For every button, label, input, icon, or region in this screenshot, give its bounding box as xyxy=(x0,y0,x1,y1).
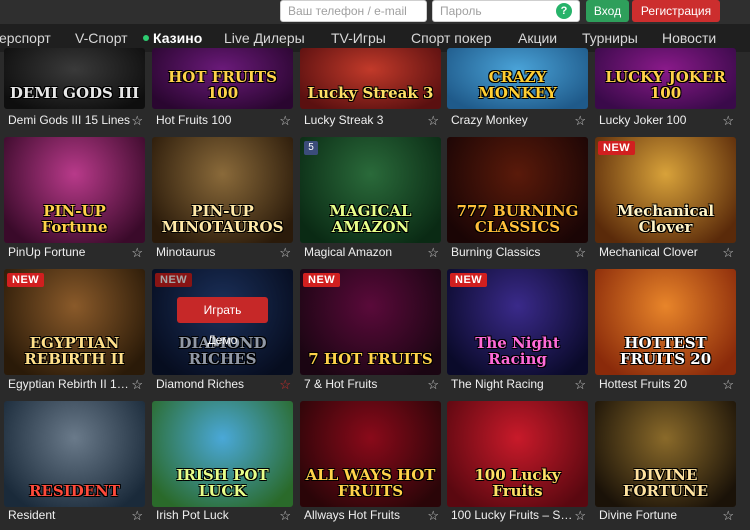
game-card[interactable]: IRISH POT LUCK Irish Pot Luck ☆ xyxy=(152,52,293,524)
nav-item-promotions[interactable]: Акции xyxy=(518,30,557,46)
game-card[interactable]: RESIDENT Resident ☆ xyxy=(4,52,145,524)
favorite-star-icon[interactable]: ☆ xyxy=(279,509,291,522)
favorite-star-icon[interactable]: ☆ xyxy=(574,509,586,522)
game-thumbnail[interactable]: IRISH POT LUCK xyxy=(152,401,293,507)
nav-item-news[interactable]: Новости xyxy=(662,30,716,46)
game-card[interactable]: ALL WAYS HOT FRUITS Allways Hot Fruits ☆ xyxy=(300,52,441,524)
nav-item-esports[interactable]: ерспорт xyxy=(0,30,51,46)
login-button[interactable]: Вход xyxy=(586,0,629,22)
game-thumbnail[interactable]: RESIDENT xyxy=(4,401,145,507)
phone-email-input[interactable] xyxy=(280,0,427,22)
game-art-title: ALL WAYS HOT FRUITS xyxy=(305,466,436,500)
nav-item-casino[interactable]: Казино xyxy=(143,30,202,46)
game-card[interactable]: 100 Lucky Fruits 100 Lucky Fruits – Spin … xyxy=(447,52,588,524)
game-caption[interactable]: 100 Lucky Fruits – Spin o' Wheel xyxy=(451,508,575,522)
game-thumbnail[interactable]: ALL WAYS HOT FRUITS xyxy=(300,401,441,507)
game-card[interactable]: DIVINE FORTUNE Divine Fortune ☆ xyxy=(595,52,736,524)
question-icon[interactable]: ? xyxy=(556,3,572,19)
game-caption[interactable]: Divine Fortune xyxy=(599,508,723,522)
favorite-star-icon[interactable]: ☆ xyxy=(131,509,143,522)
nav-item-tournaments[interactable]: Турниры xyxy=(582,30,638,46)
game-art-title: DIVINE FORTUNE xyxy=(622,466,709,500)
nav-item-sport-poker[interactable]: Спорт покер xyxy=(411,30,491,46)
top-bar: ? Вход Регистрация xyxy=(0,0,750,24)
nav-item-live-dealers[interactable]: Live Дилеры xyxy=(224,30,305,46)
game-caption[interactable]: Resident xyxy=(8,508,132,522)
favorite-star-icon[interactable]: ☆ xyxy=(722,509,734,522)
game-art-title: IRISH POT LUCK xyxy=(176,466,269,500)
nav-item-tv-games[interactable]: TV-Игры xyxy=(331,30,386,46)
game-art-title: 100 Lucky Fruits xyxy=(474,466,561,500)
game-thumbnail[interactable]: 100 Lucky Fruits xyxy=(447,401,588,507)
games-grid: DEMI GODS III Demi Gods III 15 Lines ☆ HOT … xyxy=(0,48,750,530)
game-thumbnail[interactable]: DIVINE FORTUNE xyxy=(595,401,736,507)
favorite-star-icon[interactable]: ☆ xyxy=(427,509,439,522)
register-button[interactable]: Регистрация xyxy=(632,0,720,22)
game-caption[interactable]: Irish Pot Luck xyxy=(156,508,280,522)
game-caption[interactable]: Allways Hot Fruits xyxy=(304,508,428,522)
game-art-title: RESIDENT xyxy=(28,482,121,500)
nav-item-label: Казино xyxy=(153,30,203,46)
nav-item-v-sport[interactable]: V-Спорт xyxy=(75,30,128,46)
active-indicator-dot xyxy=(143,35,149,42)
